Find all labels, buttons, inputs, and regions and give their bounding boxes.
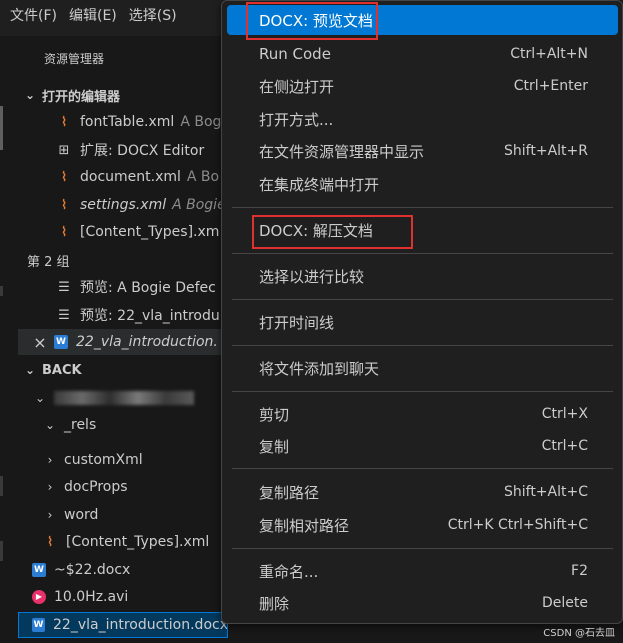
menu-selection[interactable]: 选择(S) <box>123 0 183 36</box>
chevron-right-icon: › <box>47 453 53 467</box>
tree-folder[interactable]: › customXml <box>18 447 228 473</box>
tree-folder[interactable]: ⌄ _rels <box>18 412 228 438</box>
tree-file[interactable]: ▶ 10.0Hz.avi <box>18 584 228 610</box>
open-editor-item[interactable]: ⌇ fontTable.xml A Bogi <box>18 109 228 135</box>
activity-indicator <box>0 106 3 150</box>
activity-bar <box>0 36 18 643</box>
activity-icon[interactable] <box>0 286 3 296</box>
rss-icon: ⌇ <box>60 114 68 130</box>
open-editor-item[interactable]: ⊞ 扩展: DOCX Editor <box>18 137 228 163</box>
menu-item-open-timeline[interactable]: 打开时间线 <box>227 307 618 337</box>
preview-lines-icon: ☰ <box>58 307 70 323</box>
tree-folder-blurred[interactable]: ⌄ <box>18 385 228 411</box>
open-editor-item[interactable]: ⌇ document.xml A Bo <box>18 164 228 190</box>
rss-icon: ⌇ <box>60 169 68 185</box>
open-editor-item[interactable]: ⌇ [Content_Types].xm <box>18 219 228 245</box>
menu-separator <box>232 299 613 300</box>
menu-item-rename[interactable]: 重命名... F2 <box>227 556 618 586</box>
annotation-box-preview <box>246 2 378 40</box>
menu-separator <box>232 207 613 208</box>
explorer-title: 资源管理器 <box>44 52 105 66</box>
chevron-right-icon: › <box>47 508 53 522</box>
menu-item-copy[interactable]: 复制 Ctrl+C <box>227 431 618 461</box>
menu-file[interactable]: 文件(F) <box>0 0 63 36</box>
open-editor-item[interactable]: ☰ 预览: A Bogie Defec <box>18 274 228 300</box>
rss-icon: ⌇ <box>60 197 68 213</box>
preview-lines-icon: ☰ <box>58 279 70 295</box>
menu-item-run-code[interactable]: Run Code Ctrl+Alt+N <box>227 39 618 69</box>
chevron-down-icon: ⌄ <box>44 418 56 432</box>
menu-item-delete[interactable]: 删除 Delete <box>227 588 618 618</box>
video-file-icon: ▶ <box>32 590 46 604</box>
chevron-down-icon: ⌄ <box>34 391 46 405</box>
word-file-icon: W <box>32 618 45 632</box>
tree-file-active[interactable]: W 22_vla_introduction.docx <box>18 612 228 638</box>
menu-edit[interactable]: 编辑(E) <box>63 0 123 36</box>
tree-folder[interactable]: › docProps <box>18 474 228 500</box>
open-editor-item-active[interactable]: × W 22_vla_introduction. <box>18 329 228 355</box>
open-editors-header[interactable]: ⌄ 打开的编辑器 <box>18 82 228 108</box>
watermark: CSDN @石去皿 <box>543 628 615 639</box>
chevron-right-icon: › <box>47 480 53 494</box>
close-icon[interactable]: × <box>32 333 48 352</box>
menu-separator <box>232 391 613 392</box>
annotation-box-unzip <box>252 215 413 249</box>
blurred-folder-name <box>54 391 194 405</box>
menu-separator <box>232 345 613 346</box>
explorer-sidebar: 资源管理器 ⌄ 打开的编辑器 ⌇ fontTable.xml A Bogi ⊞ … <box>18 36 228 643</box>
folder-header[interactable]: ⌄ BACK <box>18 357 228 383</box>
chevron-down-icon: ⌄ <box>24 88 36 102</box>
menu-item-add-to-chat[interactable]: 将文件添加到聊天 <box>227 353 618 383</box>
menu-separator <box>232 253 613 254</box>
rss-icon: ⌇ <box>46 534 54 550</box>
context-menu: DOCX: 预览文档 Run Code Ctrl+Alt+N 在侧边打开 Ctr… <box>221 0 623 624</box>
open-editor-item[interactable]: ⌇ settings.xml A Bogie <box>18 192 228 218</box>
word-file-icon: W <box>32 563 46 577</box>
word-file-icon: W <box>54 335 68 349</box>
tree-file[interactable]: ⌇ [Content_Types].xml <box>18 529 228 555</box>
chevron-down-icon: ⌄ <box>24 363 36 377</box>
extension-icon: ⊞ <box>58 142 70 158</box>
open-editor-item[interactable]: ☰ 预览: 22_vla_introdu <box>18 302 228 328</box>
activity-icon[interactable] <box>0 476 3 496</box>
menu-item-open-with[interactable]: 打开方式... <box>227 104 618 134</box>
menu-item-select-for-compare[interactable]: 选择以进行比较 <box>227 261 618 291</box>
menu-item-open-to-side[interactable]: 在侧边打开 Ctrl+Enter <box>227 71 618 101</box>
menu-separator <box>232 548 613 549</box>
menu-separator <box>232 468 613 469</box>
activity-icon[interactable] <box>0 541 3 561</box>
menu-item-reveal-in-explorer[interactable]: 在文件资源管理器中显示 Shift+Alt+R <box>227 136 618 166</box>
rss-icon: ⌇ <box>60 224 68 240</box>
tree-file[interactable]: W ~$22.docx <box>18 557 228 583</box>
menu-item-open-in-terminal[interactable]: 在集成终端中打开 <box>227 169 618 199</box>
menu-item-cut[interactable]: 剪切 Ctrl+X <box>227 399 618 429</box>
menu-item-copy-relative-path[interactable]: 复制相对路径 Ctrl+K Ctrl+Shift+C <box>227 510 618 540</box>
menu-item-copy-path[interactable]: 复制路径 Shift+Alt+C <box>227 477 618 507</box>
tree-folder[interactable]: › word <box>18 502 228 528</box>
editor-group-label: 第 2 组 <box>27 254 70 270</box>
